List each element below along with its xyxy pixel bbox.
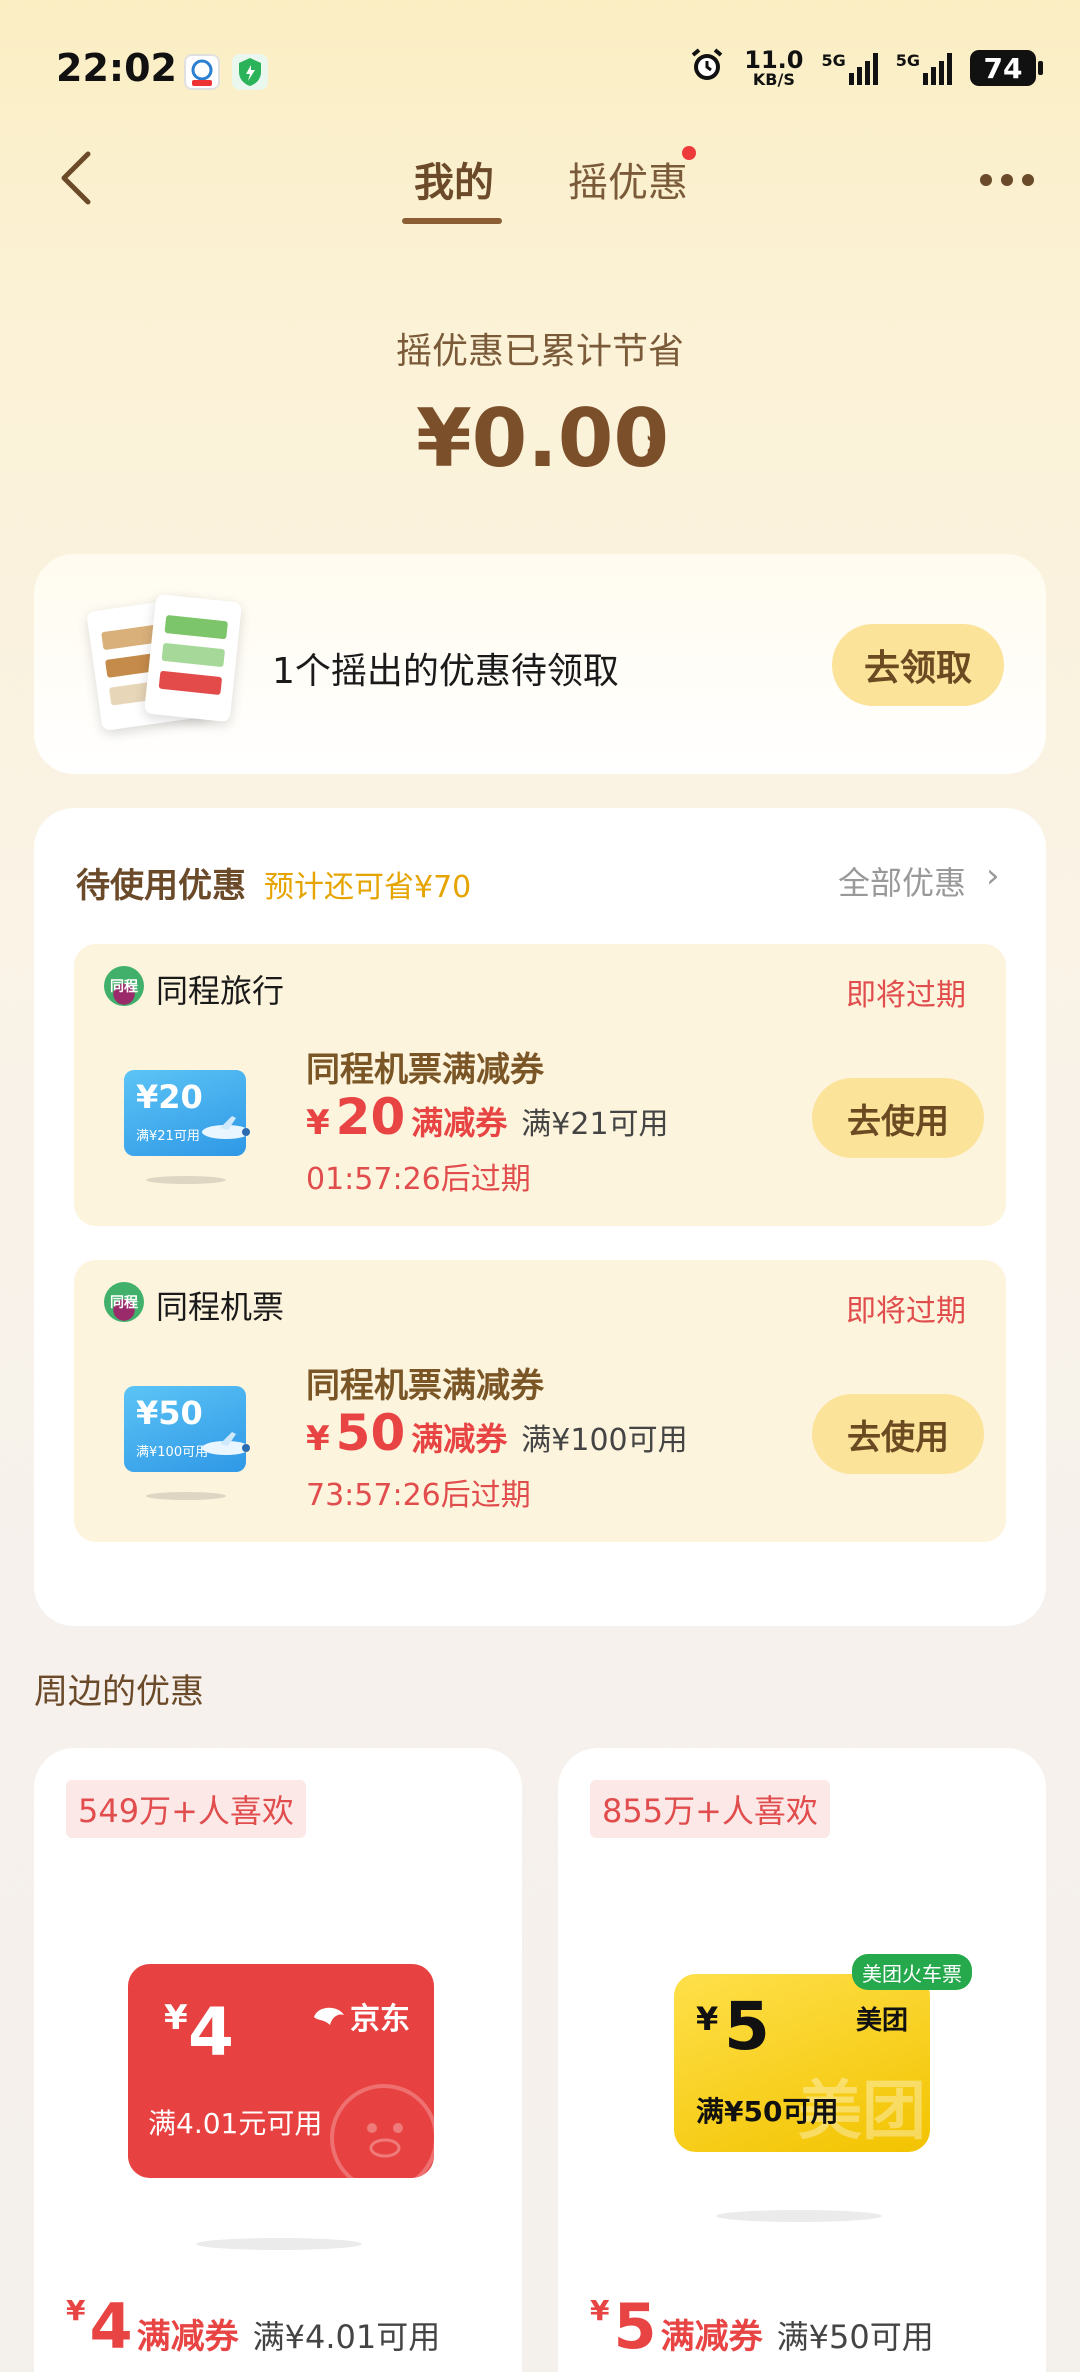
jd-coupon-image: ¥ 4 京东 满4.01元可用 [128,1964,434,2178]
brand-name: 同程旅行 [156,972,285,1010]
ticket-shadow [716,2210,882,2222]
likes-badge: 549万+人喜欢 [66,1780,306,1838]
coupon-title: 同程机票满减券 [306,1050,544,1090]
airplane-icon [202,1432,250,1455]
meituan-train-tag: 美团火车票 [852,1954,972,1990]
chevron-left-icon [61,151,91,205]
claim-button[interactable]: 去领取 [832,624,1004,706]
deal-value-row: ¥ 5 满减券 满¥50可用 [590,2290,934,2363]
jd-dog-logo-icon [314,2007,344,2025]
coupon-expire-time: 01:57:26后过期 [306,1162,531,1197]
coupon-expire-time: 73:57:26后过期 [306,1478,531,1513]
net-speed-unit: KB/S [752,70,795,89]
likes-badge: 855万+人喜欢 [590,1780,830,1838]
battery-indicator: 74 [970,50,1043,86]
sim-app-icon [184,54,220,90]
chevron-right-icon[interactable]: › [644,420,660,466]
deal-value-row: ¥ 4 满减券 满¥4.01可用 [66,2290,441,2363]
ticket-shadow [146,1492,226,1500]
more-button[interactable] [980,174,1034,186]
pending-text: 1个摇出的优惠待领取 [272,651,619,692]
use-coupon-button[interactable]: 去使用 [812,1394,984,1474]
signal-5g-icon-2: 5G [896,51,952,85]
ticket-shadow [146,1176,226,1184]
ticket-shadow [196,2238,362,2250]
flight-ticket-image: ¥50 满¥100可用 [124,1386,250,1472]
savings-label: 摇优惠已累计节省 [395,331,684,372]
chevron-right-icon[interactable]: › [986,856,1000,896]
section-title: 待使用优惠 [76,866,246,906]
tongcheng-logo-icon: 同程 [104,966,144,1006]
more-dot-icon [980,174,992,186]
expire-soon-label: 即将过期 [846,978,966,1013]
coupon-title: 同程机票满减券 [306,1366,544,1406]
tongcheng-logo-icon: 同程 [104,1282,144,1322]
use-coupon-button[interactable]: 去使用 [812,1078,984,1158]
airplane-icon [202,1116,250,1139]
coupon-thumbnail-2 [143,593,243,723]
brand-name: 同程机票 [156,1288,285,1326]
alarm-icon [688,46,726,90]
section-subtitle: 预计还可省¥70 [264,870,472,905]
net-speed: 11.0 [744,46,804,74]
meituan-coupon-image: ¥ 5 美团 美团 满¥50可用 [674,1974,930,2152]
tab-mine[interactable]: 我的 [414,150,494,208]
coupon-value-row: ¥ 50 满减券 满¥100可用 [306,1404,688,1462]
coupon-value-row: ¥ 20 满减券 满¥21可用 [306,1088,669,1146]
security-shield-icon [232,54,268,90]
signal-5g-icon: 5G [821,51,878,85]
tab-shake-deals[interactable]: 摇优惠 [568,150,688,208]
nearby-section-title: 周边的优惠 [34,1672,204,1712]
back-button[interactable] [58,150,96,206]
savings-amount[interactable]: ¥0.00 [416,392,669,485]
status-time: 22:02 [56,46,177,90]
status-icons: 11.0 KB/S 5G 5G 74 [688,46,1043,90]
notification-dot [682,146,696,160]
all-deals-link[interactable]: 全部优惠 [838,858,966,904]
expire-soon-label: 即将过期 [846,1294,966,1329]
jd-mascot-watermark [330,2084,434,2178]
flight-ticket-image: ¥20 满¥21可用 [124,1070,250,1156]
tab-active-indicator [402,218,502,224]
